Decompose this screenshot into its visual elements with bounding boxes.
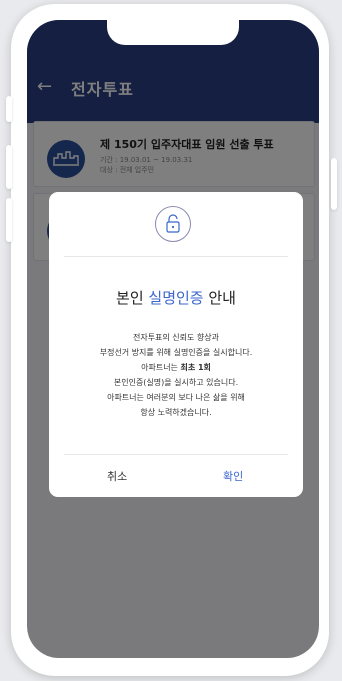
dialog-title: 본인 실명인증 안내 (49, 287, 303, 308)
dialog-message: 전자투표의 신뢰도 향상과 부정선거 방지를 위해 실명인증을 실시합니다. 아… (49, 330, 303, 420)
divider (64, 454, 288, 455)
app-screen: ← 전자투표 제 150기 입주자대표 임원 선출 투표 기간 : 19.03.… (27, 20, 319, 658)
cancel-button[interactable]: 취소 (107, 468, 127, 484)
message-line: 부정선거 방지를 위해 실명인증을 실시합니다. (99, 348, 253, 357)
side-button (331, 158, 337, 210)
message-line: 아파트너는 최초 1회 (49, 360, 303, 375)
phone-notch (107, 20, 239, 45)
confirm-button[interactable]: 확인 (223, 468, 243, 484)
message-line: 항상 노력하겠습니다. (140, 408, 212, 417)
message-line-prefix: 아파트너는 (141, 363, 181, 372)
verification-dialog: 본인 실명인증 안내 전자투표의 신뢰도 향상과 부정선거 방지를 위해 실명인… (49, 192, 303, 497)
side-button (6, 96, 12, 122)
dialog-title-prefix: 본인 (116, 289, 149, 307)
message-line-bold: 최초 1회 (180, 363, 211, 372)
lock-icon (155, 206, 191, 242)
side-button (6, 198, 12, 242)
message-line: 본인인증(실명)을 실시하고 있습니다. (113, 378, 239, 387)
dialog-title-suffix: 안내 (203, 289, 236, 307)
dialog-title-accent: 실명인증 (148, 289, 204, 307)
message-line: 아파트너는 여러분의 보다 나은 삶을 위해 (107, 393, 245, 402)
divider (64, 256, 288, 257)
message-line: 전자투표의 신뢰도 향상과 (132, 333, 220, 342)
side-button (6, 145, 12, 189)
